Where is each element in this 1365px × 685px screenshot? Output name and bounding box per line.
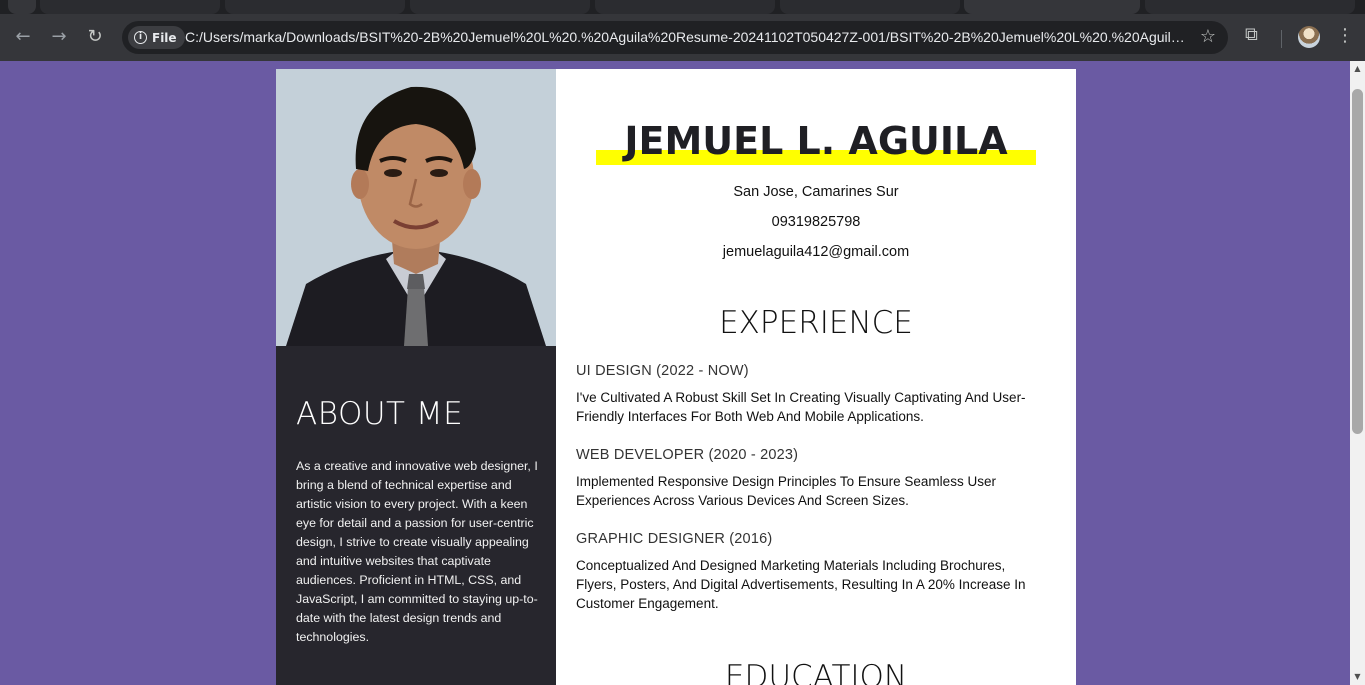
tab[interactable]	[40, 0, 220, 14]
extensions-icon[interactable]: ⧉	[1245, 24, 1258, 45]
site-info-chip[interactable]: i File	[128, 26, 185, 49]
tab[interactable]	[595, 0, 775, 14]
job-title: GRAPHIC DESIGNER (2016)	[576, 531, 773, 547]
resume-main: JEMUEL L. AGUILA San Jose, Camarines Sur…	[556, 69, 1076, 685]
resume-sidebar: ABOUT ME As a creative and innovative we…	[276, 69, 556, 685]
site-chip-label: File	[152, 30, 177, 45]
browser-toolbar: ← → ↻ i File C:/Users/marka/Downloads/BS…	[0, 14, 1365, 61]
profile-photo	[276, 69, 556, 346]
forward-button-icon[interactable]: →	[46, 24, 72, 50]
address-bar[interactable]: i File C:/Users/marka/Downloads/BSIT%20-…	[122, 21, 1228, 54]
contact-email: jemuelaguila412@gmail.com	[722, 244, 910, 260]
reload-button-icon[interactable]: ↻	[82, 24, 108, 50]
tab[interactable]	[1145, 0, 1355, 14]
bookmark-star-icon[interactable]: ☆	[1200, 26, 1216, 47]
page-scrollbar[interactable]: ▲ ▼	[1350, 61, 1365, 685]
tab[interactable]	[8, 0, 36, 14]
toolbar-divider	[1281, 30, 1282, 48]
scroll-up-arrow-icon[interactable]: ▲	[1350, 63, 1365, 75]
active-tab[interactable]	[964, 0, 1140, 14]
back-button-icon[interactable]: ←	[10, 24, 36, 50]
education-heading: EDUCATION	[724, 659, 908, 685]
experience-heading: EXPERIENCE	[719, 305, 913, 341]
scroll-down-arrow-icon[interactable]: ▼	[1350, 671, 1365, 683]
contact-address: San Jose, Camarines Sur	[733, 184, 899, 200]
menu-icon[interactable]: ⋮	[1336, 26, 1354, 46]
tab[interactable]	[225, 0, 405, 14]
candidate-name: JEMUEL L. AGUILA	[624, 119, 1008, 163]
tab-strip	[0, 0, 1365, 14]
tab[interactable]	[410, 0, 590, 14]
profile-avatar[interactable]	[1298, 26, 1320, 48]
tab[interactable]	[780, 0, 960, 14]
about-me-text: As a creative and innovative web designe…	[296, 459, 538, 644]
contact-phone: 09319825798	[771, 214, 861, 230]
job-description: Conceptualized And Designed Marketing Ma…	[576, 558, 1026, 611]
url-text[interactable]: C:/Users/marka/Downloads/BSIT%20-2B%20Je…	[185, 29, 1185, 45]
resume-card: ABOUT ME As a creative and innovative we…	[276, 69, 1076, 685]
info-icon: i	[134, 31, 147, 44]
job-title: UI DESIGN (2022 - NOW)	[576, 363, 749, 379]
job-title: WEB DEVELOPER (2020 - 2023)	[576, 447, 799, 463]
scrollbar-thumb[interactable]	[1352, 89, 1363, 434]
job-description: I've Cultivated A Robust Skill Set In Cr…	[576, 390, 1026, 424]
job-description: Implemented Responsive Design Principles…	[576, 474, 996, 508]
about-me-heading: ABOUT ME	[296, 396, 464, 432]
